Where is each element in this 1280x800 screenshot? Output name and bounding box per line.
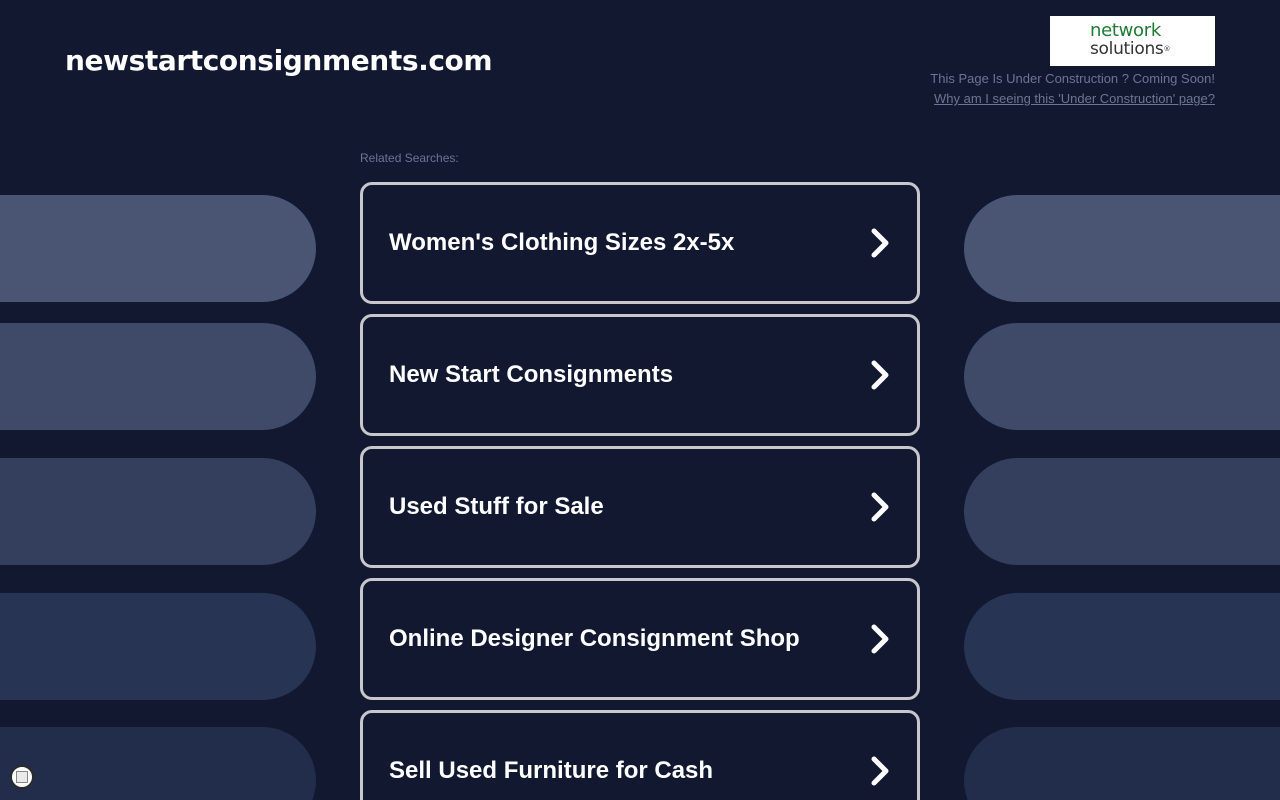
related-search-item[interactable]: Women's Clothing Sizes 2x-5x	[360, 182, 920, 304]
decorative-pill	[0, 195, 316, 302]
decorative-pill	[0, 458, 316, 565]
decorative-pill	[0, 323, 316, 430]
decorative-pill	[964, 727, 1280, 800]
domain-title: newstartconsignments.com	[65, 44, 493, 77]
decorative-pill	[0, 593, 316, 700]
decorative-pill	[964, 323, 1280, 430]
related-search-label: Sell Used Furniture for Cash	[389, 757, 714, 784]
decorative-pill	[964, 195, 1280, 302]
chevron-right-icon	[871, 492, 889, 522]
related-search-item[interactable]: Used Stuff for Sale	[360, 446, 920, 568]
related-searches-label: Related Searches:	[360, 151, 459, 165]
related-search-item[interactable]: New Start Consignments	[360, 314, 920, 436]
chevron-right-icon	[871, 624, 889, 654]
related-search-item[interactable]: Online Designer Consignment Shop	[360, 578, 920, 700]
chevron-right-icon	[871, 756, 889, 786]
registered-mark: ®	[1163, 45, 1171, 53]
decorative-pill	[964, 458, 1280, 565]
related-search-item[interactable]: Sell Used Furniture for Cash	[360, 710, 920, 800]
related-search-label: Women's Clothing Sizes 2x-5x	[389, 229, 735, 256]
image-placeholder-icon	[16, 771, 28, 783]
related-search-label: Used Stuff for Sale	[389, 493, 604, 520]
chevron-right-icon	[871, 360, 889, 390]
decorative-pill	[0, 727, 316, 800]
related-search-label: Online Designer Consignment Shop	[389, 625, 800, 652]
logo-line-solutions: solutions®	[1090, 40, 1170, 58]
page: newstartconsignments.com network solutio…	[0, 0, 1280, 800]
logo-solutions-text: solutions	[1090, 39, 1164, 59]
decorative-pill	[964, 593, 1280, 700]
logo-line-network: network	[1090, 20, 1161, 41]
under-construction-text: This Page Is Under Construction ? Coming…	[930, 71, 1215, 86]
broken-image-icon[interactable]	[10, 765, 34, 789]
chevron-right-icon	[871, 228, 889, 258]
network-solutions-logo[interactable]: network solutions®	[1050, 16, 1215, 66]
why-under-construction-link[interactable]: Why am I seeing this 'Under Construction…	[934, 91, 1215, 106]
related-search-label: New Start Consignments	[389, 361, 674, 388]
